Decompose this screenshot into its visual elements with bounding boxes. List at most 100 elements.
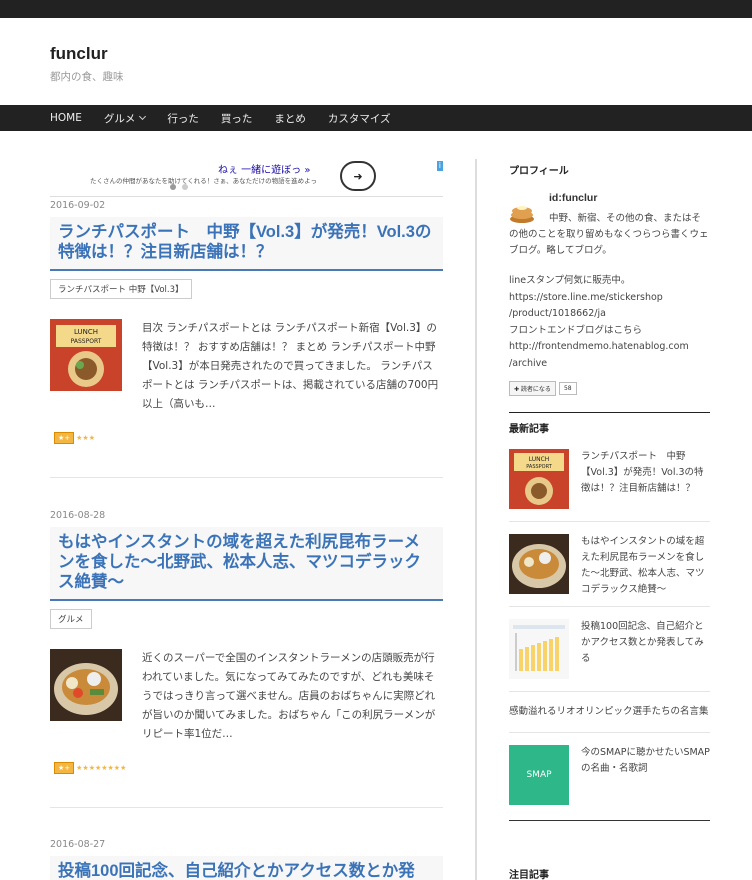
article-excerpt: 目次 ランチパスポートとは ランチパスポート新宿【Vol.3】の特徴は！？ おす… bbox=[142, 322, 439, 410]
nav-item-label: まとめ bbox=[274, 112, 306, 125]
recent-post-title[interactable]: 投稿100回記念、自己紹介とかアクセス数とか発表してみる bbox=[581, 619, 710, 679]
nav-item-label: 買った bbox=[220, 112, 253, 125]
site-description: 都内の食、趣味 bbox=[50, 71, 124, 83]
profile-description: 中野、新宿、その他の食、またはそ bbox=[549, 213, 702, 224]
recent-post-thumbnail[interactable]: SMAP bbox=[509, 745, 569, 805]
article-date[interactable]: 2016-09-02 bbox=[50, 200, 443, 211]
site-header: funclur 都内の食、趣味 bbox=[0, 18, 752, 105]
ad-dot[interactable] bbox=[182, 184, 188, 190]
category-tag[interactable]: グルメ bbox=[50, 609, 92, 629]
recent-heading: 最新記事 bbox=[509, 424, 549, 435]
recent-divider bbox=[509, 521, 710, 522]
bio-link[interactable]: /product/1018662/ja bbox=[509, 306, 710, 323]
article-entry: 2016-08-28 もはやインスタントの域を超えた利尻昆布ラーメンを食した～北… bbox=[50, 510, 443, 774]
global-nav: HOME グルメ 行った 買った まとめ カスタマイズ bbox=[0, 105, 752, 131]
star-icons: ★★★ bbox=[76, 434, 95, 442]
recent-post[interactable]: もはやインスタントの域を超えた利尻昆布ラーメンを食した～北野武、松本人志、マツコ… bbox=[509, 534, 710, 598]
featured-module: 注目記事 bbox=[509, 866, 710, 880]
article-body: 近くのスーパーで全国のインスタントラーメンの店頭販売が行われていました。気になっ… bbox=[50, 649, 443, 744]
article-title[interactable]: 投稿100回記念、自己紹介とかアクセス数とか発 bbox=[58, 861, 435, 880]
add-star-button[interactable]: ★+ bbox=[54, 432, 75, 444]
recent-post-thumbnail[interactable] bbox=[509, 534, 569, 594]
recent-posts-module: 最新記事 LUNCH PASSPORT ランチパスポート 中野【Vol.3】が発… bbox=[509, 420, 710, 821]
profile-name[interactable]: id:funclur bbox=[549, 192, 701, 204]
article-entry: 2016-08-27 投稿100回記念、自己紹介とかアクセス数とか発 bbox=[50, 839, 443, 880]
svg-text:LUNCH: LUNCH bbox=[529, 456, 550, 463]
bio-line: lineスタンプ何気に販売中。 bbox=[509, 275, 631, 286]
svg-text:LUNCH: LUNCH bbox=[74, 328, 98, 336]
nav-item-bought[interactable]: 買った bbox=[221, 111, 253, 126]
profile-module: プロフィール id:funclur 中野、新宿、その他の食、またはそ の他のこと… bbox=[509, 162, 710, 413]
article-excerpt: 近くのスーパーで全国のインスタントラーメンの店頭販売が行われていました。気になっ… bbox=[142, 652, 436, 740]
ad-banner[interactable]: ねぇ 一緒に遊ぼっ » たくさんの仲間があなたを助けてくれる！さぁ、あなただけの… bbox=[50, 161, 443, 197]
recent-divider bbox=[509, 691, 710, 692]
subscribe-button[interactable]: ✚ 読者になる bbox=[509, 381, 556, 396]
nav-item-gourmet[interactable]: グルメ bbox=[103, 111, 147, 126]
sidebar-divider bbox=[509, 412, 710, 413]
add-star-button[interactable]: ★+ bbox=[54, 762, 75, 774]
chevron-down-icon bbox=[139, 112, 147, 121]
ad-dot-active[interactable] bbox=[170, 184, 176, 190]
article-title-box: 投稿100回記念、自己紹介とかアクセス数とか発 bbox=[50, 856, 443, 880]
profile-description-cont: の他のことを取り留めもなくつらつら書くウェブログ。略してブログ。 bbox=[509, 229, 709, 256]
article-title[interactable]: もはやインスタントの域を超えた利尻昆布ラーメンを食した～北野武、松本人志、マツコ… bbox=[58, 532, 435, 592]
article-title-box: もはやインスタントの域を超えた利尻昆布ラーメンを食した～北野武、松本人志、マツコ… bbox=[50, 527, 443, 601]
ad-headline[interactable]: ねぇ 一緒に遊ぼっ » bbox=[218, 161, 310, 176]
nav-item-label: グルメ bbox=[103, 112, 136, 125]
nav-item-summary[interactable]: まとめ bbox=[274, 111, 306, 126]
nav-item-label: カスタマイズ bbox=[327, 112, 391, 125]
ad-pager bbox=[170, 184, 188, 190]
sidebar-divider bbox=[509, 820, 710, 821]
article-thumbnail[interactable]: LUNCH PASSPORT bbox=[50, 319, 122, 391]
article-title[interactable]: ランチパスポート 中野【Vol.3】が発売！Vol.3の特徴は！？注目新店舗は！… bbox=[58, 222, 435, 262]
ad-divider bbox=[50, 196, 443, 197]
column-divider bbox=[475, 159, 477, 880]
top-bar bbox=[0, 0, 752, 18]
profile-bio: lineスタンプ何気に販売中。 https://store.line.me/st… bbox=[509, 273, 710, 372]
article-entry: 2016-09-02 ランチパスポート 中野【Vol.3】が発売！Vol.3の特… bbox=[50, 200, 443, 444]
nav-item-customize[interactable]: カスタマイズ bbox=[328, 111, 391, 126]
profile-heading: プロフィール bbox=[509, 166, 569, 177]
bio-line: フロントエンドブログはこちら bbox=[509, 324, 643, 336]
recent-post-thumbnail[interactable] bbox=[509, 619, 569, 679]
article-divider bbox=[50, 477, 443, 478]
recent-post-title[interactable]: ランチパスポート 中野【Vol.3】が発売！Vol.3の特徴は！？注目新店舗は！… bbox=[581, 449, 710, 509]
ad-subtext: たくさんの仲間があなたを助けてくれる！さぁ、あなただけの物語を進めよっ bbox=[90, 177, 317, 185]
nav-item-label: 行った bbox=[167, 112, 199, 125]
recent-post-thumbnail[interactable]: LUNCH PASSPORT bbox=[509, 449, 569, 509]
nav-item-went[interactable]: 行った bbox=[167, 111, 199, 126]
recent-post-title[interactable]: 感動溢れるリオオリンピック選手たちの名言集 bbox=[509, 704, 710, 720]
article-date[interactable]: 2016-08-28 bbox=[50, 510, 443, 521]
star-rating[interactable]: ★+ ★★★★★★★★ bbox=[54, 762, 443, 774]
article-date[interactable]: 2016-08-27 bbox=[50, 839, 443, 850]
star-rating[interactable]: ★+ ★★★ bbox=[54, 432, 443, 444]
avatar[interactable] bbox=[509, 199, 535, 225]
recent-post[interactable]: 感動溢れるリオオリンピック選手たちの名言集 bbox=[509, 704, 710, 720]
recent-post[interactable]: 投稿100回記念、自己紹介とかアクセス数とか発表してみる bbox=[509, 619, 710, 679]
recent-post-title[interactable]: もはやインスタントの域を超えた利尻昆布ラーメンを食した～北野武、松本人志、マツコ… bbox=[581, 534, 709, 598]
profile-row: id:funclur 中野、新宿、その他の食、またはそ bbox=[509, 192, 710, 227]
article-body: LUNCH PASSPORT 目次 ランチパスポートとは ランチパスポート新宿【… bbox=[50, 319, 443, 414]
featured-heading: 注目記事 bbox=[509, 870, 549, 880]
recent-divider bbox=[509, 606, 710, 607]
readers-count[interactable]: 58 bbox=[558, 382, 577, 395]
ad-info-icon[interactable]: i bbox=[436, 161, 443, 171]
bio-link[interactable]: http://frontendmemo.hatenablog.com bbox=[509, 339, 710, 356]
category-tag[interactable]: ランチパスポート 中野【Vol.3】 bbox=[50, 279, 192, 299]
recent-post[interactable]: LUNCH PASSPORT ランチパスポート 中野【Vol.3】が発売！Vol… bbox=[509, 449, 710, 509]
svg-text:PASSPORT: PASSPORT bbox=[526, 464, 553, 470]
recent-post[interactable]: SMAP 今のSMAPに聴かせたいSMAPの名曲・名歌詞 bbox=[509, 745, 710, 805]
arrow-right-icon[interactable]: ➜ bbox=[340, 161, 376, 191]
article-title-box: ランチパスポート 中野【Vol.3】が発売！Vol.3の特徴は！？注目新店舗は！… bbox=[50, 217, 443, 271]
bio-link[interactable]: /archive bbox=[509, 356, 710, 373]
recent-post-title[interactable]: 今のSMAPに聴かせたいSMAPの名曲・名歌詞 bbox=[581, 745, 710, 805]
readers-widget: ✚ 読者になる 58 bbox=[509, 381, 710, 396]
site-title[interactable]: funclur bbox=[50, 44, 752, 64]
svg-text:PASSPORT: PASSPORT bbox=[71, 338, 102, 345]
article-thumbnail[interactable] bbox=[50, 649, 122, 721]
article-divider bbox=[50, 807, 443, 808]
star-icons: ★★★★★★★★ bbox=[76, 764, 127, 772]
bio-link[interactable]: https://store.line.me/stickershop bbox=[509, 290, 710, 307]
recent-divider bbox=[509, 732, 710, 733]
nav-item-home[interactable]: HOME bbox=[50, 112, 82, 124]
